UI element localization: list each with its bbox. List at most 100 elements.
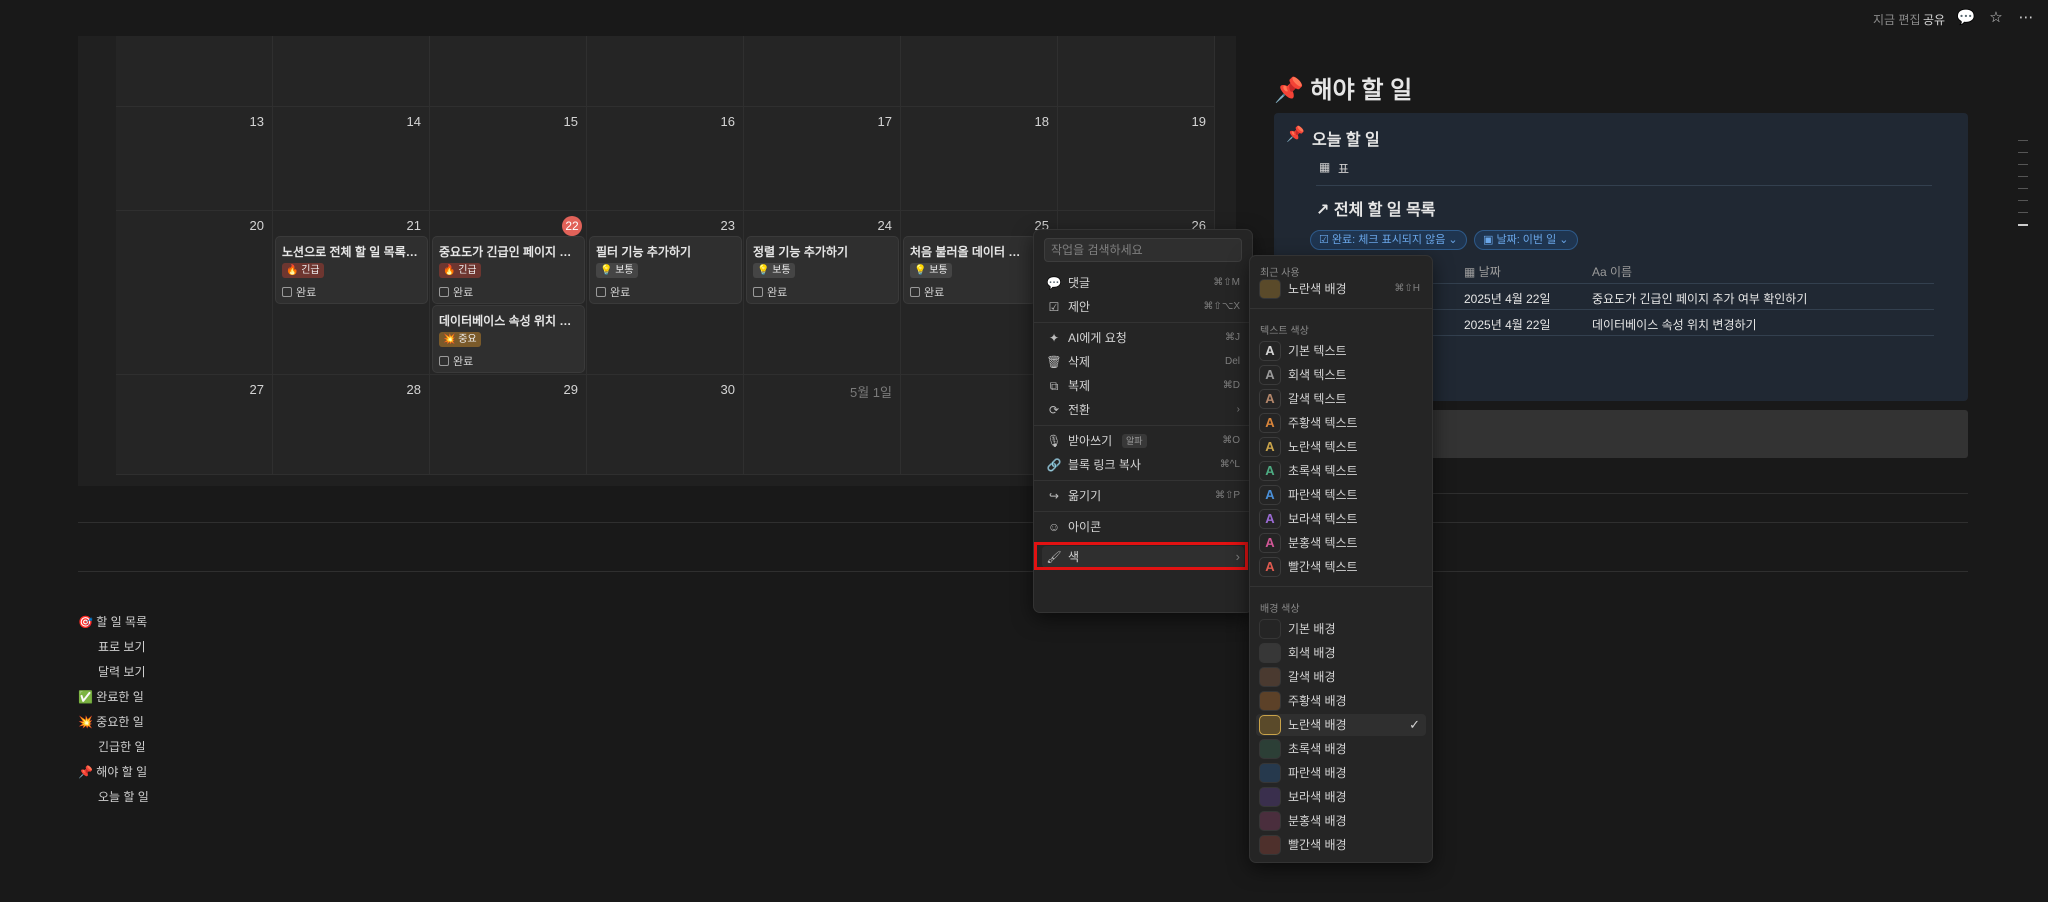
text-color-gray[interactable]: A 회색 텍스트 [1256, 364, 1426, 386]
day-number: 24 [877, 218, 892, 233]
text-color-yellow[interactable]: A 노란색 텍스트 [1256, 436, 1426, 458]
bg-color-yellow[interactable]: 노란색 배경 ✓ [1256, 714, 1426, 736]
menu-item-dictation[interactable]: 🎙 받아쓰기 알파 ⌘O [1042, 430, 1244, 452]
done-checkbox[interactable]: 완료 [439, 353, 473, 369]
menu-item-delete[interactable]: 🗑 삭제 Del [1042, 351, 1244, 373]
toc-item[interactable]: 📌 해야 할 일 [78, 763, 147, 780]
menu-item-duplicate[interactable]: ⧉ 복제 ⌘D [1042, 375, 1244, 397]
done-checkbox[interactable]: 완료 [910, 284, 944, 300]
menu-item-icon[interactable]: ☺ 아이콘 [1042, 516, 1244, 538]
text-color-red[interactable]: A 빨간색 텍스트 [1256, 556, 1426, 578]
done-checkbox[interactable]: 완료 [439, 284, 473, 300]
calendar-cell[interactable]: 15 [430, 107, 587, 211]
calendar-cell[interactable]: 29 [430, 375, 587, 475]
view-tab[interactable]: 표 [1338, 160, 1349, 177]
done-checkbox[interactable]: 완료 [753, 284, 787, 300]
row-name[interactable]: 중요도가 긴급인 페이지 추가 여부 확인하기 [1592, 290, 1807, 307]
calendar-cell[interactable]: 13 [116, 107, 273, 211]
calendar-cell[interactable]: 20 [116, 211, 273, 375]
menu-item-turn-into[interactable]: ⟳ 전환 › [1042, 399, 1244, 421]
toc-item[interactable]: ✅ 완료한 일 [78, 688, 144, 705]
calendar-cell[interactable]: 14 [273, 107, 430, 211]
calendar-card[interactable]: 노션으로 전체 할 일 목록 만... 🔥 긴급 완료 [276, 237, 427, 303]
bg-color-green[interactable]: 초록색 배경 [1256, 738, 1426, 760]
row-date[interactable]: 2025년 4월 22일 [1464, 290, 1551, 307]
done-checkbox[interactable]: 완료 [282, 284, 316, 300]
text-color-glyph: A [1260, 510, 1280, 528]
done-label: 완료 [924, 287, 945, 299]
text-color-default[interactable]: A 기본 텍스트 [1256, 340, 1426, 362]
calendar-cell[interactable] [116, 36, 273, 107]
calendar-cell[interactable]: 28 [273, 375, 430, 475]
bg-color-pink[interactable]: 분홍색 배경 [1256, 810, 1426, 832]
card-title: 정렬 기능 추가하기 [753, 245, 848, 259]
color-swatch [1260, 716, 1280, 734]
scroll-outline[interactable] [2018, 140, 2030, 230]
calendar-card[interactable]: 필터 기능 추가하기 💡 보통 완료 [590, 237, 741, 303]
more-icon[interactable]: ⋯ [2016, 8, 2036, 28]
calendar-cell[interactable] [430, 36, 587, 107]
calendar-card[interactable]: 처음 불러올 데이터 개수 지 💡 보통 완료 [904, 237, 1035, 303]
calendar-cell[interactable]: 19 [1058, 107, 1215, 211]
bg-color-blue[interactable]: 파란색 배경 [1256, 762, 1426, 784]
toc-item[interactable]: 달력 보기 [98, 663, 146, 680]
calendar-cell[interactable] [587, 36, 744, 107]
calendar-card[interactable]: 중요도가 긴급인 페이지 추... 🔥 긴급 완료 [433, 237, 584, 303]
bg-color-red[interactable]: 빨간색 배경 [1256, 834, 1426, 856]
bg-color-brown[interactable]: 갈색 배경 [1256, 666, 1426, 688]
calendar-cell[interactable] [1058, 36, 1215, 107]
column-header-date[interactable]: ▦ 날짜 [1464, 263, 1501, 280]
database-title[interactable]: ↗ 전체 할 일 목록 [1316, 196, 1436, 220]
text-color-purple[interactable]: A 보라색 텍스트 [1256, 508, 1426, 530]
text-color-brown[interactable]: A 갈색 텍스트 [1256, 388, 1426, 410]
calendar-card[interactable]: 정렬 기능 추가하기 💡 보통 완료 [747, 237, 898, 303]
done-label: 완료 [610, 287, 631, 299]
calendar-cell[interactable]: 5월 1일 [744, 375, 901, 475]
menu-item-suggest[interactable]: ☑ 제안 ⌘⇧⌥X [1042, 296, 1244, 318]
bg-color-orange[interactable]: 주황색 배경 [1256, 690, 1426, 712]
text-color-green[interactable]: A 초록색 텍스트 [1256, 460, 1426, 482]
filter-pill-date[interactable]: ▣ 날짜: 이번 일 ⌄ [1474, 230, 1578, 250]
text-color-blue[interactable]: A 파란색 텍스트 [1256, 484, 1426, 506]
calendar-cell[interactable]: 30 [587, 375, 744, 475]
action-search-input[interactable]: 작업을 검색하세요 [1044, 238, 1242, 262]
star-icon[interactable]: ☆ [1986, 8, 2006, 28]
menu-item-move[interactable]: ↪ 옮기기 ⌘⇧P [1042, 485, 1244, 507]
recent-color-yellow-bg[interactable]: 노란색 배경 ⌘⇧H [1256, 278, 1426, 300]
calendar-cell[interactable]: 18 [901, 107, 1058, 211]
column-header-name[interactable]: Aa 이름 [1592, 263, 1632, 280]
calendar-cell[interactable] [273, 36, 430, 107]
toc-item[interactable]: 오늘 할 일 [98, 788, 149, 805]
filter-label: 날짜: 이번 일 [1496, 234, 1557, 246]
smiley-icon: ☺ [1047, 520, 1061, 534]
menu-item-comment[interactable]: 💬 댓글 ⌘⇧M [1042, 272, 1244, 294]
bg-color-default[interactable]: 기본 배경 [1256, 618, 1426, 640]
calendar-cell[interactable] [901, 36, 1058, 107]
calendar-card[interactable]: 데이터베이스 속성 위치 변... 💥 중요 완료 [433, 306, 584, 372]
menu-divider [1034, 425, 1252, 426]
comment-icon[interactable]: 💬 [1956, 8, 1976, 28]
calendar-cell[interactable]: 17 [744, 107, 901, 211]
share-button[interactable]: 공유 [1923, 11, 1945, 28]
text-color-orange[interactable]: A 주황색 텍스트 [1256, 412, 1426, 434]
row-date[interactable]: 2025년 4월 22일 [1464, 316, 1551, 333]
color-label: 갈색 텍스트 [1288, 392, 1347, 406]
bg-color-gray[interactable]: 회색 배경 [1256, 642, 1426, 664]
text-color-pink[interactable]: A 분홍색 텍스트 [1256, 532, 1426, 554]
calendar-cell[interactable]: 16 [587, 107, 744, 211]
toc-item[interactable]: 표로 보기 [98, 638, 146, 655]
column-label: 날짜 [1478, 265, 1501, 279]
done-checkbox[interactable]: 완료 [596, 284, 630, 300]
bg-color-purple[interactable]: 보라색 배경 [1256, 786, 1426, 808]
menu-item-copy-link[interactable]: 🔗 블록 링크 복사 ⌘^L [1042, 454, 1244, 476]
calendar-cell[interactable]: 27 [116, 375, 273, 475]
calendar-cell[interactable] [744, 36, 901, 107]
divider [78, 571, 1968, 572]
filter-pill-done[interactable]: ☑ 완료: 체크 표시되지 않음 ⌄ [1310, 230, 1467, 250]
shortcut: ⌘⇧M [1213, 277, 1240, 288]
toc-item[interactable]: 🎯 할 일 목록 [78, 613, 147, 630]
toc-item[interactable]: 긴급한 일 [98, 738, 146, 755]
row-name[interactable]: 데이터베이스 속성 위치 변경하기 [1592, 316, 1757, 333]
menu-item-ask-ai[interactable]: ✦ AI에게 요청 ⌘J [1042, 327, 1244, 349]
toc-item[interactable]: 💥 중요한 일 [78, 713, 144, 730]
